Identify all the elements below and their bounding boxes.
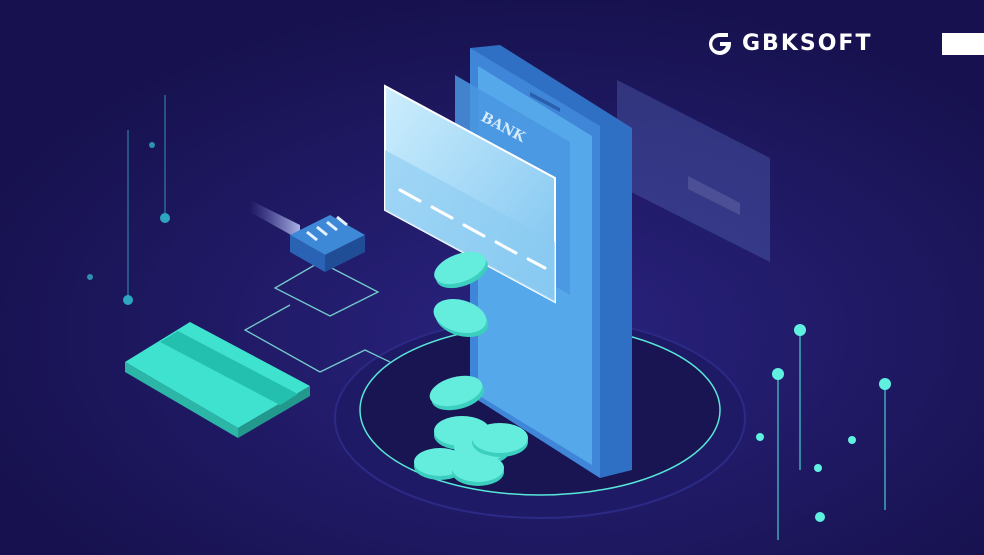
glow-dot [815, 512, 825, 522]
glow-dot [772, 368, 784, 380]
glow-dot [794, 324, 806, 336]
glow-dot [123, 295, 133, 305]
brand-name: GBKSOFT [742, 31, 873, 56]
glow-dot [879, 378, 891, 390]
glow-dot [756, 433, 764, 441]
glow-dot [160, 213, 170, 223]
fintech-illustration: BANK [0, 0, 984, 555]
glow-dot [149, 142, 155, 148]
glow-dot [848, 436, 856, 444]
glow-dot [814, 464, 822, 472]
glow-dot [87, 274, 93, 280]
logo-accent-bar [942, 33, 984, 55]
gbksoft-logo [709, 33, 731, 55]
brand-logo: GBKSOFT [706, 30, 872, 58]
